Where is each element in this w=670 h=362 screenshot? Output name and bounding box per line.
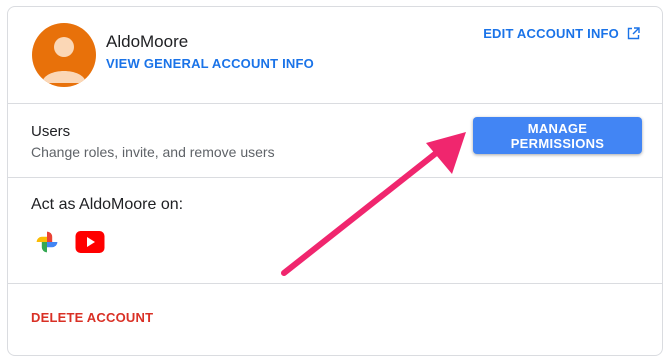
open-in-new-icon: [627, 27, 640, 40]
delete-account-link[interactable]: DELETE ACCOUNT: [31, 310, 153, 325]
google-photos-icon[interactable]: [32, 229, 62, 255]
manage-permissions-button[interactable]: MANAGE PERMISSIONS: [473, 117, 642, 154]
divider: [8, 177, 662, 178]
users-section-description: Change roles, invite, and remove users: [31, 144, 275, 160]
view-general-account-info-link[interactable]: VIEW GENERAL ACCOUNT INFO: [106, 56, 314, 71]
divider: [8, 283, 662, 284]
act-as-title: Act as AldoMoore on:: [31, 196, 184, 213]
account-card: AldoMoore VIEW GENERAL ACCOUNT INFO EDIT…: [7, 6, 663, 356]
divider: [8, 103, 662, 104]
users-section-title: Users: [31, 123, 71, 140]
avatar[interactable]: [32, 23, 96, 87]
youtube-icon[interactable]: [75, 229, 105, 255]
edit-account-info-label: EDIT ACCOUNT INFO: [483, 26, 619, 41]
edit-account-info-link[interactable]: EDIT ACCOUNT INFO: [483, 26, 640, 41]
person-icon: [42, 37, 86, 83]
account-username: AldoMoore: [106, 32, 189, 51]
